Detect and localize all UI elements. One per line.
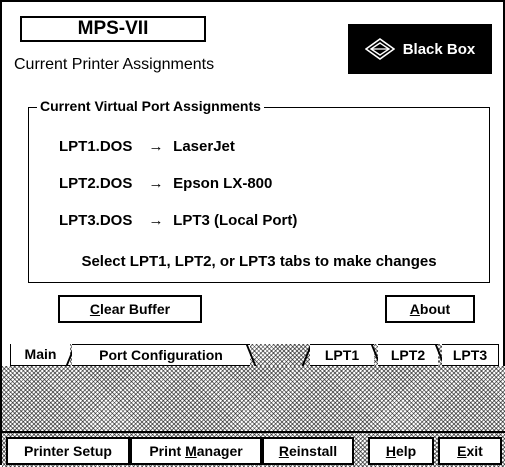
print-manager-button[interactable]: Print Manager <box>130 437 262 465</box>
bottom-button-bar: Printer Setup Print Manager Reinstall He… <box>2 431 505 467</box>
group-title: Current Virtual Port Assignments <box>37 98 264 114</box>
button-label: Print <box>149 443 186 459</box>
button-label: xit <box>466 443 483 459</box>
printer-name: Epson LX-800 <box>173 175 273 192</box>
printer-name: LPT3 (Local Port) <box>173 212 298 229</box>
accelerator-key: R <box>278 443 289 459</box>
arrow-icon: → <box>148 175 164 192</box>
app-title: MPS-VII <box>20 16 206 42</box>
port-name: LPT2.DOS <box>59 175 133 192</box>
assignment-row-lpt1: LPT1.DOS → LaserJet <box>59 138 235 155</box>
instruction-text: Select LPT1, LPT2, or LPT3 tabs to make … <box>81 253 437 270</box>
button-label: bout <box>419 301 451 317</box>
port-name: LPT3.DOS <box>59 212 133 229</box>
accelerator-key: E <box>457 443 467 459</box>
printer-setup-button[interactable]: Printer Setup <box>6 437 130 465</box>
button-label: elp <box>395 443 417 459</box>
brand-name: Black Box <box>402 40 476 58</box>
arrow-icon: → <box>148 212 164 229</box>
exit-button[interactable]: Exit <box>438 437 502 465</box>
about-button[interactable]: About <box>385 295 475 323</box>
assignment-row-lpt2: LPT2.DOS → Epson LX-800 <box>59 175 272 192</box>
button-label: lear Buffer <box>100 301 171 317</box>
tab-main[interactable]: Main <box>10 344 70 366</box>
application-window: MPS-VII Current Printer Assignments Blac… <box>0 0 505 467</box>
help-button[interactable]: Help <box>368 437 434 465</box>
port-name: LPT1.DOS <box>59 138 133 155</box>
button-label: einstall <box>288 443 338 459</box>
accelerator-key: A <box>409 301 420 317</box>
assignment-row-lpt3: LPT3.DOS → LPT3 (Local Port) <box>59 212 297 229</box>
virtual-port-assignments-group: Current Virtual Port Assignments LPT1.DO… <box>28 98 490 283</box>
empty-patterned-area <box>2 366 505 431</box>
tab-lpt1[interactable]: LPT1 <box>310 344 374 366</box>
arrow-icon: → <box>148 138 164 155</box>
reinstall-button[interactable]: Reinstall <box>262 437 354 465</box>
button-label: anager <box>196 443 243 459</box>
tab-strip: Main Port Configuration LPT1 LPT2 LPT3 <box>10 344 499 366</box>
tab-port-configuration[interactable]: Port Configuration <box>72 344 250 366</box>
printer-name: LaserJet <box>173 138 235 155</box>
page-subtitle: Current Printer Assignments <box>14 56 215 73</box>
diamond-cube-icon <box>364 38 395 60</box>
accelerator-key: H <box>385 443 396 459</box>
clear-buffer-button[interactable]: Clear Buffer <box>58 295 202 323</box>
black-box-logo: Black Box <box>348 24 492 74</box>
tab-lpt3[interactable]: LPT3 <box>442 344 499 366</box>
main-tab-panel: MPS-VII Current Printer Assignments Blac… <box>10 10 499 344</box>
accelerator-key: M <box>185 443 197 459</box>
tab-lpt2[interactable]: LPT2 <box>378 344 438 366</box>
accelerator-key: C <box>89 301 101 317</box>
